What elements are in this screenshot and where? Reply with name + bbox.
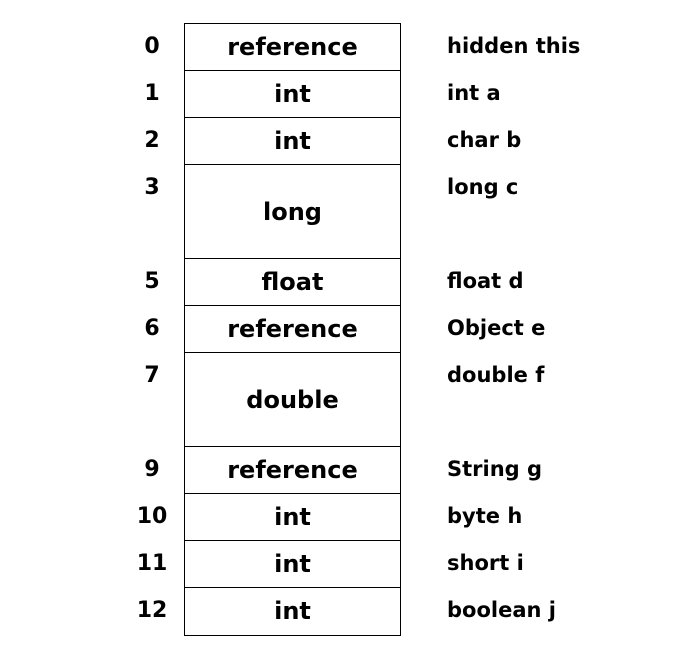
slot-index: 6 [144, 316, 160, 341]
slot-index: 0 [144, 34, 160, 59]
slot-type-label: int [274, 550, 311, 579]
slot-type-cell: int [184, 587, 401, 636]
slot-type-label: int [274, 127, 311, 156]
slot-variable-label: int a [447, 81, 501, 105]
slot-type-label: long [263, 197, 322, 226]
slot-index: 3 [144, 175, 160, 200]
slot-type-label: double [246, 385, 339, 414]
slot-type-cell: float [184, 258, 401, 307]
slot-variable-label: boolean j [447, 598, 556, 622]
slot-row: 5 float float d [0, 258, 688, 307]
slot-row: 0 reference hidden this [0, 23, 688, 72]
slot-row: 7 double double f [0, 352, 688, 448]
slot-variable-label: String g [447, 457, 543, 481]
slot-index: 10 [136, 504, 168, 529]
slot-variable-label: short i [447, 551, 524, 575]
slot-variable-label: char b [447, 128, 522, 152]
local-variable-table: 0 reference hidden this 1 int int a 2 int char b… [0, 0, 688, 660]
slot-variable-label: long c [447, 175, 519, 199]
slot-type-cell: int [184, 540, 401, 589]
slot-index: 5 [144, 269, 160, 294]
slot-type-label: int [274, 503, 311, 532]
slot-type-cell: int [184, 493, 401, 542]
slot-type-label: float [261, 268, 324, 297]
slot-type-label: reference [227, 315, 358, 344]
slot-row: 6 reference Object e [0, 305, 688, 354]
slot-row: 2 int char b [0, 117, 688, 166]
slot-row: 12 int boolean j [0, 587, 688, 636]
slot-index: 11 [136, 551, 168, 576]
slot-row: 11 int short i [0, 540, 688, 589]
slot-type-label: reference [227, 456, 358, 485]
slot-variable-label: hidden this [447, 34, 581, 58]
slot-variable-label: Object e [447, 316, 546, 340]
slot-index: 2 [144, 128, 160, 153]
slot-type-label: int [274, 597, 311, 626]
slot-type-cell: int [184, 70, 401, 119]
slot-type-cell: reference [184, 23, 401, 72]
slot-type-cell: reference [184, 446, 401, 495]
slot-type-cell: double [184, 352, 401, 448]
slot-row: 3 long long c [0, 164, 688, 260]
slot-row: 10 int byte h [0, 493, 688, 542]
slot-index: 1 [144, 81, 160, 106]
slot-type-cell: reference [184, 305, 401, 354]
slot-type-cell: long [184, 164, 401, 260]
slot-variable-label: double f [447, 363, 545, 387]
slot-type-label: int [274, 80, 311, 109]
slot-row: 1 int int a [0, 70, 688, 119]
slot-row: 9 reference String g [0, 446, 688, 495]
slot-index: 12 [136, 598, 168, 623]
slot-variable-label: byte h [447, 504, 523, 528]
slot-index: 7 [144, 363, 160, 388]
slot-variable-label: float d [447, 269, 524, 293]
slot-index: 9 [144, 457, 160, 482]
slot-type-label: reference [227, 33, 358, 62]
slot-type-cell: int [184, 117, 401, 166]
